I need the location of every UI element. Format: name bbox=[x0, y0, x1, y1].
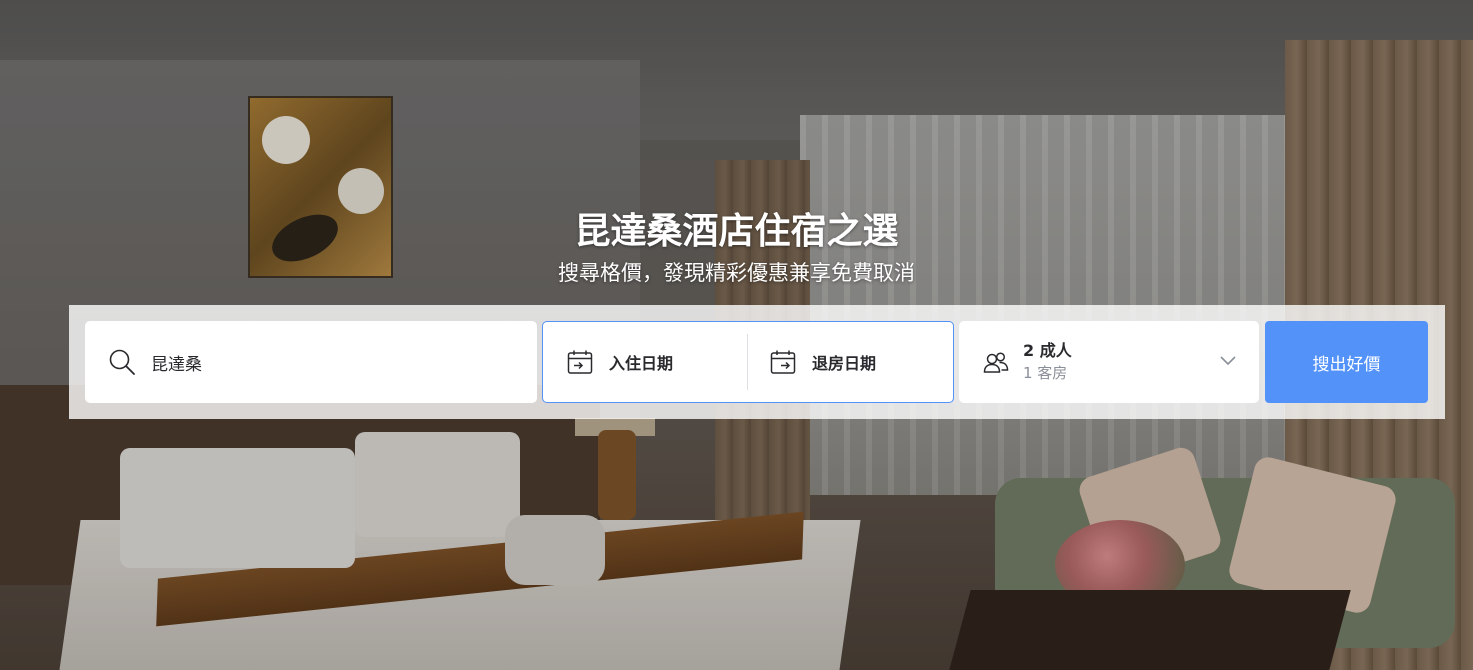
checkin-field[interactable]: 入住日期 bbox=[543, 334, 748, 390]
chevron-down-icon[interactable] bbox=[1219, 351, 1237, 373]
users-icon bbox=[981, 347, 1011, 377]
search-icon bbox=[107, 347, 137, 377]
checkin-label: 入住日期 bbox=[609, 354, 674, 373]
page-title: 昆達桑酒店住宿之選 bbox=[574, 211, 899, 252]
guests-adults: 2 成人 bbox=[1023, 341, 1072, 360]
destination-field[interactable]: 昆達桑 bbox=[85, 321, 537, 403]
destination-value[interactable]: 昆達桑 bbox=[151, 350, 202, 375]
page-subtitle: 搜尋格價，發現精彩優惠兼享免費取消 bbox=[558, 261, 915, 285]
hero-background: 昆達桑酒店住宿之選 搜尋格價，發現精彩優惠兼享免費取消 昆達桑 入住日期 退房日… bbox=[0, 0, 1473, 670]
calendar-checkin-icon bbox=[565, 347, 595, 377]
checkout-field[interactable]: 退房日期 bbox=[748, 334, 953, 390]
guests-summary: 2 成人 1 客房 bbox=[1023, 340, 1072, 384]
search-panel: 昆達桑 入住日期 退房日期 2 成人 1 客房 搜出好價 bbox=[69, 305, 1445, 419]
guests-rooms: 1 客房 bbox=[1023, 364, 1068, 382]
checkout-label: 退房日期 bbox=[812, 354, 877, 373]
date-range-field[interactable]: 入住日期 退房日期 bbox=[542, 321, 954, 403]
guests-field[interactable]: 2 成人 1 客房 bbox=[959, 321, 1259, 403]
calendar-checkout-icon bbox=[768, 347, 798, 377]
search-button[interactable]: 搜出好價 bbox=[1265, 321, 1428, 403]
